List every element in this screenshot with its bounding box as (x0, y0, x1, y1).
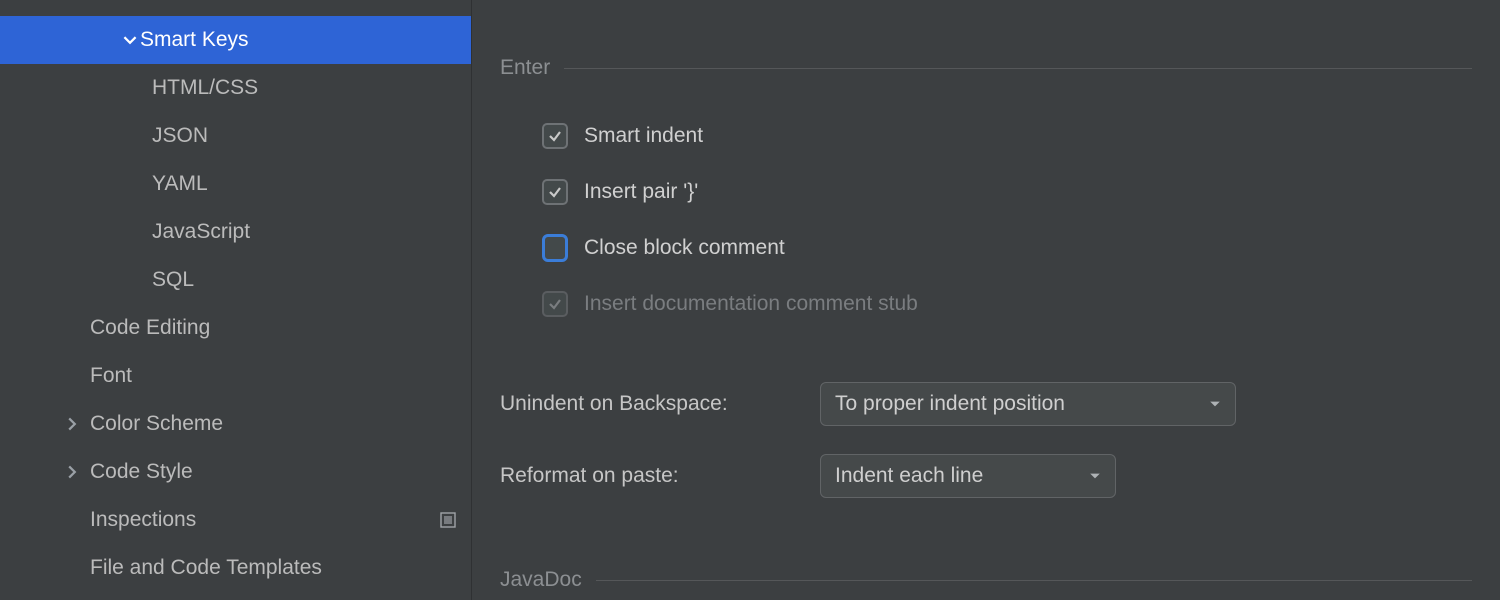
section-title: JavaDoc (500, 568, 582, 592)
checkbox-icon (542, 291, 568, 317)
caret-down-icon (1209, 392, 1221, 416)
chevron-right-icon (62, 417, 82, 431)
sidebar-item-yaml[interactable]: YAML (0, 160, 471, 208)
chevron-down-icon (120, 33, 140, 47)
enter-checkbox-group: Smart indent Insert pair '}' Close block… (500, 80, 1472, 332)
row-unindent-backspace: Unindent on Backspace: To proper indent … (500, 368, 1472, 440)
select-value: Indent each line (835, 464, 983, 488)
sidebar-item-label: Code Editing (90, 316, 457, 340)
caret-down-icon (1089, 464, 1101, 488)
sidebar-item-label: YAML (152, 172, 457, 196)
form-label: Reformat on paste: (500, 464, 800, 488)
checkbox-icon (542, 123, 568, 149)
sidebar-item-label: SQL (152, 268, 457, 292)
checkbox-label: Smart indent (584, 124, 703, 148)
sidebar-item-inspections[interactable]: Inspections (0, 496, 471, 544)
form-label: Unindent on Backspace: (500, 392, 800, 416)
section-header-enter: Enter (500, 56, 1472, 80)
chevron-right-icon (62, 465, 82, 479)
sidebar-item-file-code-templates[interactable]: File and Code Templates (0, 544, 471, 592)
settings-content: Enter Smart indent Insert pair '}' Close… (472, 0, 1500, 600)
sidebar-item-smart-keys[interactable]: Smart Keys (0, 16, 471, 64)
sidebar-item-label: JavaScript (152, 220, 457, 244)
sidebar-item-javascript[interactable]: JavaScript (0, 208, 471, 256)
checkbox-icon (542, 179, 568, 205)
checkbox-label: Close block comment (584, 236, 785, 260)
section-header-javadoc: JavaDoc (500, 568, 1472, 592)
select-unindent-backspace[interactable]: To proper indent position (820, 382, 1236, 426)
section-divider (596, 580, 1472, 581)
checkbox-icon (542, 234, 568, 262)
check-insert-pair-brace[interactable]: Insert pair '}' (542, 164, 1472, 220)
sidebar-item-label: Inspections (90, 508, 439, 532)
sidebar-item-label: Smart Keys (140, 28, 457, 52)
sidebar-item-label: JSON (152, 124, 457, 148)
section-title: Enter (500, 56, 550, 80)
sidebar-item-label: Font (90, 364, 457, 388)
check-smart-indent[interactable]: Smart indent (542, 108, 1472, 164)
row-reformat-paste: Reformat on paste: Indent each line (500, 440, 1472, 512)
sidebar-item-label: Code Style (90, 460, 457, 484)
form-rows: Unindent on Backspace: To proper indent … (500, 332, 1472, 512)
section-divider (564, 68, 1472, 69)
sidebar-item-code-style[interactable]: Code Style (0, 448, 471, 496)
select-reformat-paste[interactable]: Indent each line (820, 454, 1116, 498)
sidebar-item-label: File and Code Templates (90, 556, 457, 580)
sidebar-item-json[interactable]: JSON (0, 112, 471, 160)
settings-dialog-icon (439, 511, 457, 529)
sidebar-item-sql[interactable]: SQL (0, 256, 471, 304)
sidebar-item-label: HTML/CSS (152, 76, 457, 100)
sidebar-item-font[interactable]: Font (0, 352, 471, 400)
select-value: To proper indent position (835, 392, 1065, 416)
sidebar-item-label: Color Scheme (90, 412, 457, 436)
sidebar-item-color-scheme[interactable]: Color Scheme (0, 400, 471, 448)
sidebar-item-code-editing[interactable]: Code Editing (0, 304, 471, 352)
sidebar-item-html-css[interactable]: HTML/CSS (0, 64, 471, 112)
check-insert-doc-stub: Insert documentation comment stub (542, 276, 1472, 332)
check-close-block-comment[interactable]: Close block comment (542, 220, 1472, 276)
settings-sidebar: Smart Keys HTML/CSS JSON YAML JavaScript… (0, 0, 472, 600)
checkbox-label: Insert pair '}' (584, 180, 698, 204)
checkbox-label: Insert documentation comment stub (584, 292, 918, 316)
